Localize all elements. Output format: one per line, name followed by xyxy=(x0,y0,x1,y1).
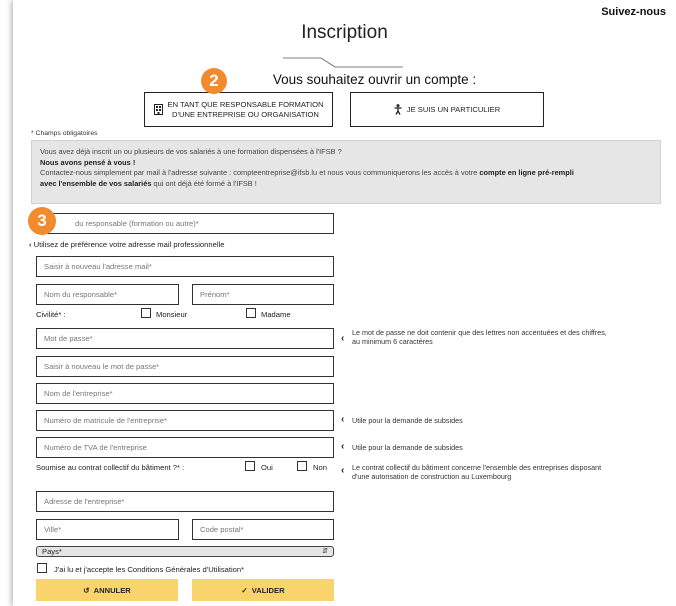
madame-label: Madame xyxy=(261,310,291,319)
email-confirm-field[interactable]: Saisir à nouveau l'adresse mail* xyxy=(36,256,334,277)
monsieur-label: Monsieur xyxy=(156,310,188,319)
validate-label: VALIDER xyxy=(251,585,285,595)
info-line-3-text: Contactez-nous simplement par mail à l'a… xyxy=(40,168,480,178)
check-icon: ✓ xyxy=(241,585,248,595)
person-icon xyxy=(394,104,402,115)
address-placeholder: Adresse de l'entreprise* xyxy=(44,497,125,506)
info-line-3: Contactez-nous simplement par mail à l'a… xyxy=(40,168,652,179)
matricule-field[interactable]: Numéro de matricule de l'entreprise* xyxy=(36,410,334,431)
tva-field[interactable]: Numéro de TVA de l'entreprise xyxy=(36,437,334,458)
company-account-label-line2: D'UNE ENTREPRISE OU ORGANISATION xyxy=(172,109,319,119)
building-icon xyxy=(153,104,163,115)
info-line-1: Vous avez déjà inscrit un ou plusieurs d… xyxy=(40,147,342,156)
contract-hint-line1: Le contrat collectif du bâtiment concern… xyxy=(352,463,602,472)
registration-page: Suivez-nous Inscription Vous souhaitez o… xyxy=(13,0,676,606)
postal-code-placeholder: Code postal* xyxy=(200,525,244,534)
cancel-button[interactable]: ↺ ANNULER xyxy=(36,579,178,601)
civility-label: Civilité* : xyxy=(36,310,66,319)
terms-checkbox[interactable] xyxy=(37,563,47,573)
firstname-placeholder: Prénom* xyxy=(200,290,230,299)
required-fields-note: * Champs obligatoires xyxy=(31,130,98,137)
password-confirm-field[interactable]: Saisir à nouveau le mot de passe* xyxy=(36,356,334,377)
password-hint: Le mot de passe ne doit contenir que des… xyxy=(352,328,607,347)
postal-code-field[interactable]: Code postal* xyxy=(192,519,334,540)
email-hint: ‹ Utilisez de préférence votre adresse m… xyxy=(29,240,224,249)
chevron-left-icon: ‹ xyxy=(341,333,345,344)
email-hint-text: Utilisez de préférence votre adresse mai… xyxy=(33,240,225,249)
contract-hint-line2: d'une autorisation de construction au Lu… xyxy=(352,472,512,482)
info-line-4-text: qui ont déjà été formé à l'IFSB ! xyxy=(151,178,257,188)
tva-hint: Utile pour la demande de subsides xyxy=(352,443,463,452)
chevron-left-icon: ‹ xyxy=(341,414,345,425)
info-line-2: Nous avons pensé à vous ! xyxy=(40,157,136,167)
select-arrows-icon: ⇵ xyxy=(322,548,328,555)
country-select[interactable]: Pays* ⇵ xyxy=(36,546,334,557)
individual-account-label: JE SUIS UN PARTICULIER xyxy=(406,104,501,114)
chevron-left-icon: ‹ xyxy=(341,465,345,476)
validate-button[interactable]: ✓ VALIDER xyxy=(192,579,334,601)
password-field[interactable]: Mot de passe* xyxy=(36,328,334,349)
lastname-field[interactable]: Nom du responsable* xyxy=(36,284,179,305)
company-account-label-line1: EN TANT QUE RESPONSABLE FORMATION xyxy=(167,100,324,110)
contract-label: Soumise au contrat collectif du bâtiment… xyxy=(36,463,185,472)
individual-account-button[interactable]: JE SUIS UN PARTICULIER xyxy=(350,92,544,127)
terms-label: J'ai lu et j'accepte les Conditions Géné… xyxy=(54,565,245,574)
info-box: Vous avez déjà inscrit un ou plusieurs d… xyxy=(31,140,661,204)
email-field[interactable]: du responsable (formation ou autre)* xyxy=(36,213,334,234)
address-field[interactable]: Adresse de l'entreprise* xyxy=(36,491,334,512)
step-2-badge: 2 xyxy=(201,68,227,94)
cancel-label: ANNULER xyxy=(93,585,131,595)
info-line-4-bold: avec l'ensemble de vos salariés xyxy=(40,178,152,188)
chevron-left-icon: ‹ xyxy=(341,441,345,452)
account-question: Vous souhaitez ouvrir un compte : xyxy=(272,72,477,87)
lastname-placeholder: Nom du responsable* xyxy=(44,290,118,299)
madame-checkbox[interactable] xyxy=(246,308,256,318)
page-title: Inscription xyxy=(301,22,388,43)
oui-label: Oui xyxy=(261,463,273,472)
undo-icon: ↺ xyxy=(83,585,90,595)
monsieur-checkbox[interactable] xyxy=(141,308,151,318)
oui-checkbox[interactable] xyxy=(245,461,255,471)
info-line-4: avec l'ensemble de vos salariés qui ont … xyxy=(40,179,652,190)
follow-us-link[interactable]: Suivez-nous xyxy=(601,6,666,18)
password-hint-line1: Le mot de passe ne doit contenir que des… xyxy=(352,328,607,337)
info-line-3-bold: compte en ligne pré-rempli xyxy=(479,168,574,178)
step-3-badge: 3 xyxy=(28,207,56,235)
title-divider xyxy=(283,57,403,68)
city-field[interactable]: Ville* xyxy=(36,519,179,540)
non-checkbox[interactable] xyxy=(297,461,307,471)
matricule-placeholder: Numéro de matricule de l'entreprise* xyxy=(44,416,168,425)
contract-hint: Le contrat collectif du bâtiment concern… xyxy=(352,463,601,482)
matricule-hint: Utile pour la demande de subsides xyxy=(352,416,463,425)
email-placeholder: du responsable (formation ou autre)* xyxy=(75,219,199,228)
firstname-field[interactable]: Prénom* xyxy=(192,284,334,305)
tva-placeholder: Numéro de TVA de l'entreprise xyxy=(44,443,147,452)
company-name-field[interactable]: Nom de l'entreprise* xyxy=(36,383,334,404)
password-placeholder: Mot de passe* xyxy=(44,334,93,343)
company-name-placeholder: Nom de l'entreprise* xyxy=(44,389,113,398)
non-label: Non xyxy=(313,463,327,472)
city-placeholder: Ville* xyxy=(44,525,62,534)
password-confirm-placeholder: Saisir à nouveau le mot de passe* xyxy=(44,362,160,371)
email-confirm-placeholder: Saisir à nouveau l'adresse mail* xyxy=(44,262,152,271)
company-account-button[interactable]: EN TANT QUE RESPONSABLE FORMATION D'UNE … xyxy=(144,92,333,127)
country-selected-value: Pays* xyxy=(42,547,62,556)
password-hint-line2: au minimum 6 caractères xyxy=(352,337,433,347)
